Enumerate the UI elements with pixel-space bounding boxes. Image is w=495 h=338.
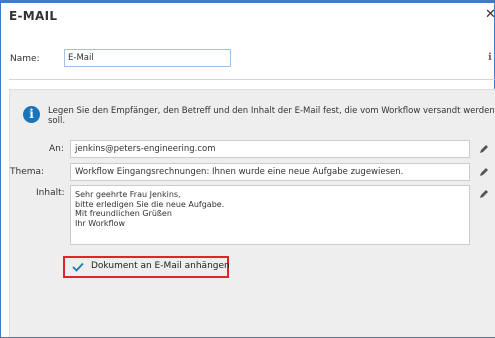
close-icon[interactable]: ✕ [485,7,495,22]
subject-label: Thema: [10,167,45,177]
edit-subject-pencil-icon[interactable] [479,167,489,177]
dialog-title: E-MAIL [9,9,58,23]
name-input[interactable]: E-Mail [64,49,231,67]
to-field[interactable]: jenkins@peters-engineering.com [70,140,470,158]
checkmark-icon [72,262,84,272]
name-label: Name: [10,54,40,64]
info-text: Legen Sie den Empfänger, den Betreff und… [48,106,495,126]
edit-to-pencil-icon[interactable] [479,144,489,154]
body-line: bitte erledigen Sie die neue Aufgabe. [75,199,225,209]
body-line: Sehr geehrte Frau Jenkins, [75,190,181,199]
header-divider [9,79,495,80]
help-icon[interactable]: ℹ [488,52,492,63]
to-label: An: [49,144,64,154]
edit-body-pencil-icon[interactable] [479,189,489,199]
attach-document-checkbox[interactable]: Dokument an E-Mail anhängen [63,256,230,278]
body-field[interactable]: Sehr geehrte Frau Jenkins, bitte erledig… [70,185,470,245]
attach-document-label: Dokument an E-Mail anhängen [91,261,230,271]
subject-field[interactable]: Workflow Eingangsrechnungen: Ihnen wurde… [70,163,470,181]
body-line: Ihr Workflow [75,218,125,228]
body-line: Mit freundlichen Grüßen [75,209,172,218]
body-label: Inhalt: [36,188,65,198]
info-icon: i [23,106,40,123]
